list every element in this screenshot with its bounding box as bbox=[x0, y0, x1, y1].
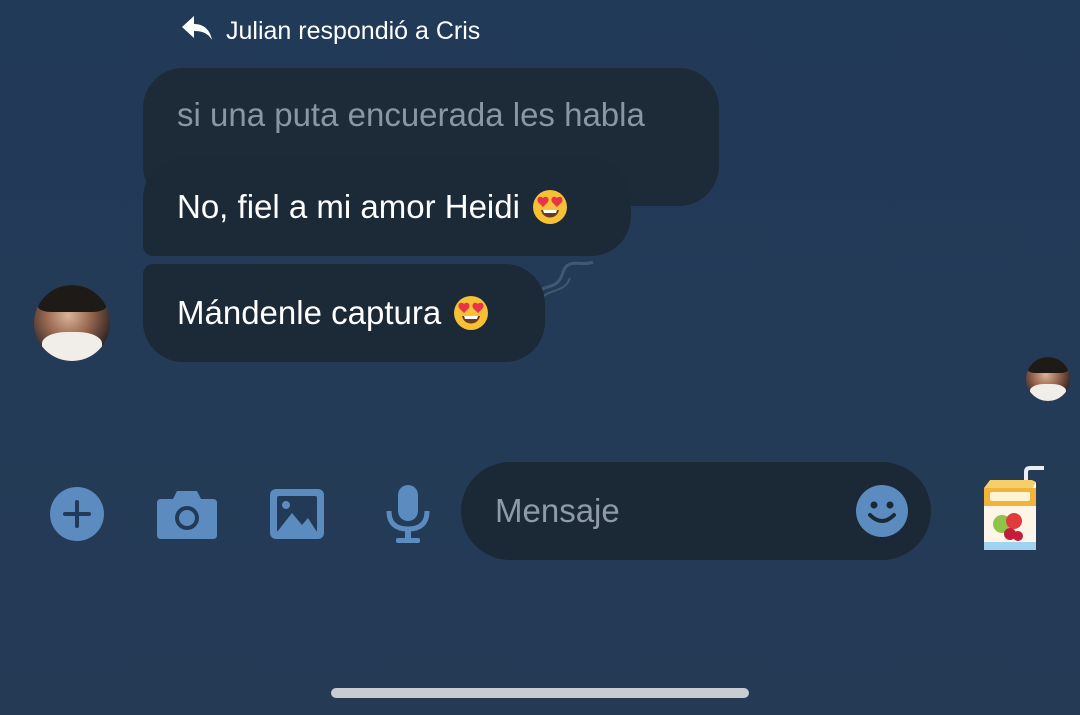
plus-icon[interactable] bbox=[48, 485, 106, 543]
reply-header: Julian respondió a Cris bbox=[180, 14, 480, 49]
chat-screen: Julian respondió a Cris si una puta encu… bbox=[0, 0, 1080, 715]
home-indicator[interactable] bbox=[331, 688, 749, 698]
message-bubble[interactable]: Mándenle captura bbox=[143, 264, 545, 362]
juice-box-sticker-icon[interactable] bbox=[976, 466, 1046, 554]
sender-avatar[interactable] bbox=[34, 285, 110, 361]
microphone-icon[interactable] bbox=[384, 483, 432, 545]
gallery-icon[interactable] bbox=[268, 485, 326, 543]
message-composer[interactable] bbox=[461, 462, 931, 560]
message-text: No, fiel a mi amor Heidi bbox=[177, 188, 520, 225]
reply-header-text: Julian respondió a Cris bbox=[226, 17, 481, 45]
message-bubble[interactable]: No, fiel a mi amor Heidi bbox=[143, 158, 631, 256]
reply-arrow-icon bbox=[180, 14, 214, 49]
heart-eyes-emoji-icon bbox=[454, 296, 489, 330]
smiley-icon[interactable] bbox=[855, 484, 909, 538]
read-receipt-avatar bbox=[1026, 357, 1070, 401]
message-input[interactable] bbox=[495, 492, 835, 530]
camera-icon[interactable] bbox=[155, 485, 219, 543]
quoted-message-text: si una puta encuerada les habla bbox=[177, 96, 645, 133]
message-text: Mándenle captura bbox=[177, 294, 442, 331]
heart-eyes-emoji-icon bbox=[532, 190, 567, 224]
